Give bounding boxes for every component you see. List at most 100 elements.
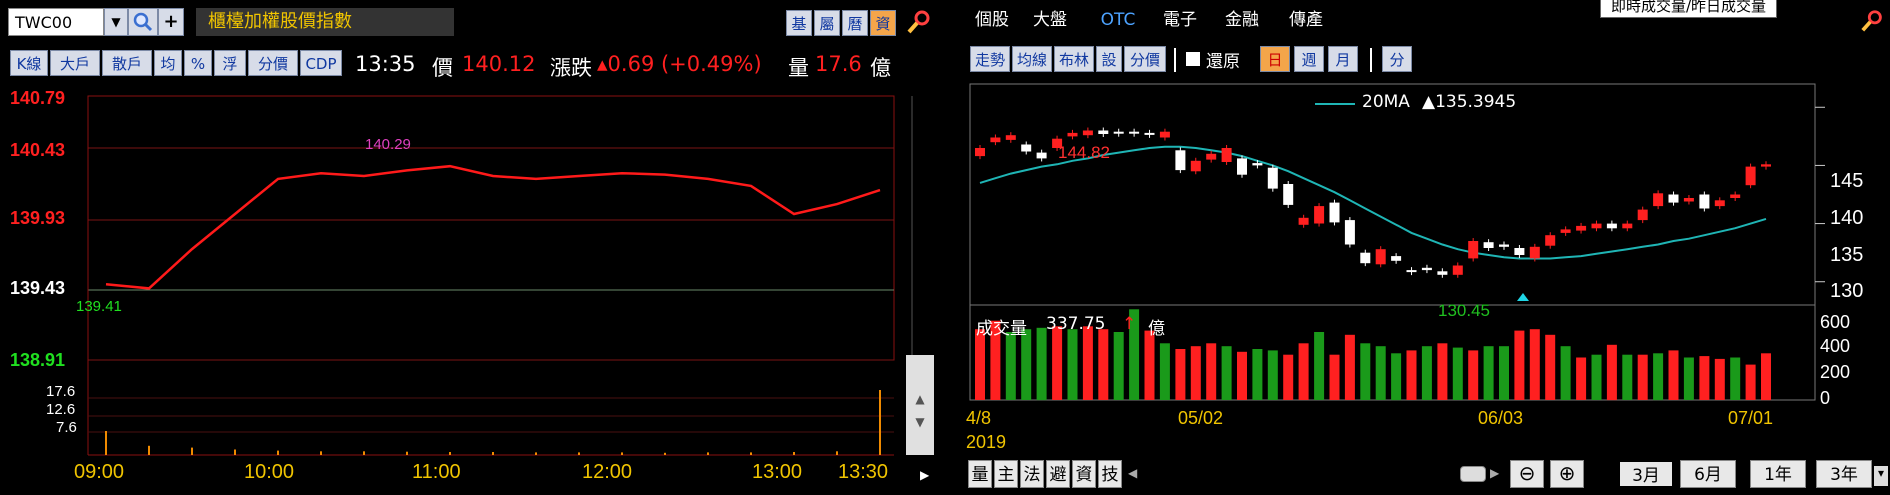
volume-bar xyxy=(750,452,752,455)
volume-bar xyxy=(1406,350,1417,400)
price-tick-130: 130 xyxy=(1830,280,1864,302)
volume-bar xyxy=(1036,327,1047,401)
range-6m[interactable]: 6月 xyxy=(1680,460,1736,488)
price-tick-140: 140 xyxy=(1830,207,1864,229)
price-tick-135: 135 xyxy=(1830,244,1864,266)
candle-body xyxy=(1576,225,1587,231)
volume-bar xyxy=(1005,332,1016,400)
low-annotation: 130.45 xyxy=(1438,301,1490,320)
bottom-button-margin[interactable]: 資 xyxy=(1072,460,1096,488)
bottom-button-technical[interactable]: 技 xyxy=(1098,460,1122,488)
range-3y[interactable]: 3年 xyxy=(1816,460,1872,488)
volume-bar xyxy=(1437,343,1448,400)
candle-body xyxy=(1406,270,1417,273)
candle-body xyxy=(1267,167,1278,189)
candle-body xyxy=(1314,206,1325,224)
candle-body xyxy=(1082,130,1093,136)
candle-body xyxy=(1668,194,1679,203)
volume-bar xyxy=(1391,353,1402,401)
volume-bar xyxy=(1067,329,1078,400)
candle-body xyxy=(1129,131,1140,134)
candle-body xyxy=(1483,242,1494,248)
volume-bar xyxy=(1761,353,1771,401)
candle-body xyxy=(1113,131,1124,134)
volume-bar xyxy=(449,452,451,455)
vol-tick-400: 400 xyxy=(1820,336,1851,356)
candle-body xyxy=(1591,223,1602,229)
volume-bar xyxy=(234,449,236,455)
volume-bar xyxy=(406,451,408,455)
price-tick-145: 145 xyxy=(1830,170,1864,192)
candle-body xyxy=(1745,166,1756,186)
vol-tick-200: 200 xyxy=(1820,362,1851,382)
price-frame xyxy=(969,83,1816,306)
scroll-left-icon[interactable]: ◀ xyxy=(1128,466,1137,480)
candle-body xyxy=(1421,267,1432,271)
volume-bar xyxy=(1483,346,1494,400)
volume-bar xyxy=(1360,343,1371,400)
candle-body xyxy=(1637,209,1648,221)
candle-body xyxy=(1761,164,1771,167)
volume-bar xyxy=(1452,347,1463,400)
volume-bar xyxy=(1637,354,1648,400)
volume-bar xyxy=(1298,343,1309,400)
candle-body xyxy=(1499,244,1509,247)
candle-body xyxy=(1360,252,1371,264)
candle-body xyxy=(1005,135,1016,140)
candle-body xyxy=(1391,256,1402,261)
volume-bar xyxy=(1283,354,1294,400)
volume-arrow-icon: ↑ xyxy=(1122,314,1137,334)
zoom-out-icon[interactable]: ⊖ xyxy=(1510,460,1544,488)
candle-body xyxy=(990,137,1001,143)
volume-bar xyxy=(1252,349,1263,400)
x-label-1300: 13:00 xyxy=(752,461,803,483)
candle-body xyxy=(1606,223,1617,229)
volume-bar xyxy=(836,451,838,455)
zoom-in-icon[interactable]: ⊕ xyxy=(1550,460,1584,488)
x-label-1200: 12:00 xyxy=(582,461,633,483)
candle-body xyxy=(1237,158,1247,175)
scroll-down-icon[interactable]: ▼ xyxy=(906,415,934,435)
vol-tick-0: 0 xyxy=(1820,388,1831,408)
candle-body xyxy=(1514,248,1525,255)
volume-bar xyxy=(1314,332,1325,400)
intraday-panel: TWC00 ▼ + 櫃檯加權股價指數 基 屬 曆 資 K線 大戶 散戶 均 % … xyxy=(0,0,940,495)
price-frame xyxy=(87,95,895,361)
volume-bar xyxy=(975,329,985,400)
volume-unit: 億 xyxy=(1148,319,1165,339)
x-label-4-8: 4/8 xyxy=(966,408,992,428)
scroll-up-icon[interactable]: ▲ xyxy=(906,392,934,412)
range-1y[interactable]: 1年 xyxy=(1750,460,1806,488)
range-3m[interactable]: 3月 xyxy=(1618,460,1674,488)
volume-bar xyxy=(1714,358,1725,400)
candle-body xyxy=(1144,132,1155,135)
candle-body xyxy=(1098,130,1109,134)
candle-body xyxy=(1622,223,1633,229)
scroll-right-icon[interactable]: ▶ xyxy=(920,468,929,482)
bottom-button-major[interactable]: 主 xyxy=(994,460,1018,488)
dropdown-arrow-icon[interactable]: ▾ xyxy=(1874,466,1888,486)
volume-bar xyxy=(1529,329,1540,400)
scroll-thumb[interactable] xyxy=(1460,466,1486,482)
candle-body xyxy=(1529,246,1540,259)
volume-bar xyxy=(1545,334,1556,400)
x-label-06-03: 06/03 xyxy=(1478,408,1524,428)
volume-bar xyxy=(1591,354,1602,400)
daily-kline-panel: 個股 大盤 OTC 電子 金融 傳產 即時成交量/昨日成交量 走勢 均線 布林 … xyxy=(960,0,1890,495)
volume-bar xyxy=(492,452,494,455)
bottom-button-institutional[interactable]: 法 xyxy=(1020,460,1044,488)
volume-bar xyxy=(578,452,580,455)
candle-body xyxy=(1252,163,1263,166)
scroll-right-icon[interactable]: ▶ xyxy=(1490,466,1499,480)
low-marker xyxy=(1517,293,1529,301)
volume-bar xyxy=(1606,344,1617,401)
volume-bar xyxy=(1653,353,1664,401)
volume-bar xyxy=(148,445,150,455)
intraday-chart xyxy=(87,95,913,456)
candle-body xyxy=(1206,153,1217,160)
candle-body xyxy=(1159,131,1170,138)
volume-bar xyxy=(1159,343,1170,400)
bottom-button-volume[interactable]: 量 xyxy=(968,460,992,488)
bottom-button-hedge[interactable]: 避 xyxy=(1046,460,1070,488)
candle-body xyxy=(1329,202,1340,223)
